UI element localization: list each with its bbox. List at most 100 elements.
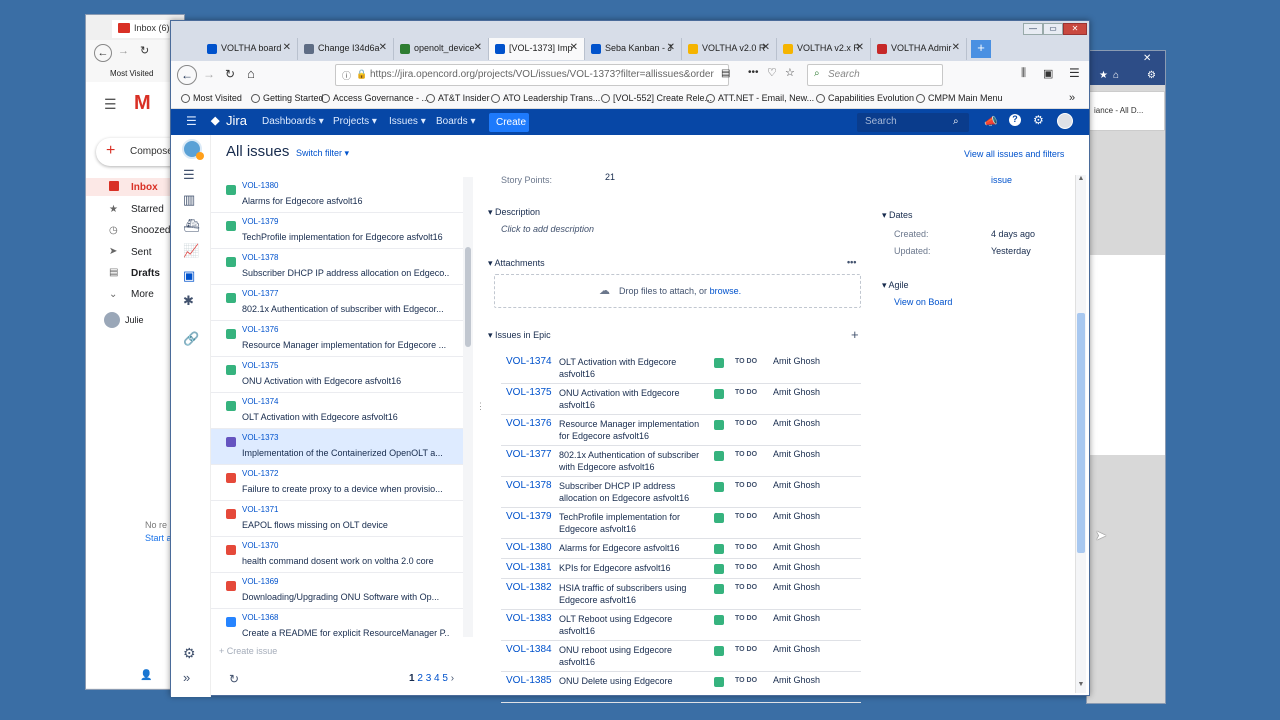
issue-list-item[interactable]: VOL-1372 Failure to create proxy to a dev… xyxy=(211,465,463,501)
page-4[interactable]: 4 xyxy=(434,673,440,684)
switch-filter-button[interactable]: Switch filter ▾ xyxy=(296,148,349,159)
issue-list-item[interactable]: VOL-1370 health command dosent work on vo… xyxy=(211,537,463,573)
epic-issue-key[interactable]: VOL-1385 xyxy=(506,675,552,686)
browser-tab[interactable]: VOLTHA Admir ✕ xyxy=(871,38,967,60)
browser-tab[interactable]: [VOL-1373] Imp ✕ xyxy=(489,38,585,60)
gmail-nav-sent[interactable]: Sent xyxy=(131,247,152,258)
epic-issue-row[interactable]: VOL-1378 Subscriber DHCP IP address alloc… xyxy=(501,477,861,508)
avatar[interactable] xyxy=(104,312,120,328)
epic-issue-key[interactable]: VOL-1376 xyxy=(506,418,552,429)
issue-list-item[interactable]: VOL-1374 OLT Activation with Edgecore asf… xyxy=(211,393,463,429)
issue-list-item[interactable]: VOL-1378 Subscriber DHCP IP address alloc… xyxy=(211,249,463,285)
page-3[interactable]: 3 xyxy=(426,673,432,684)
bookmark-item[interactable]: Most Visited xyxy=(181,93,242,103)
jira-logo[interactable]: Jira xyxy=(226,113,247,128)
gmail-nav-starred[interactable]: Starred xyxy=(131,204,164,215)
library-icon[interactable]: ⫼ xyxy=(1021,67,1026,80)
bookmark-item[interactable]: [VOL-552] Create Rele... xyxy=(601,93,712,103)
epic-issue-key[interactable]: VOL-1381 xyxy=(506,562,552,573)
gear-icon[interactable]: ⚙ xyxy=(1033,113,1044,127)
epic-issue-key[interactable]: VOL-1384 xyxy=(506,644,552,655)
back-icon[interactable]: ← xyxy=(177,65,197,85)
epic-issue-row[interactable]: VOL-1377 802.1x Authentication of subscri… xyxy=(501,446,861,477)
reload-icon[interactable]: ↻ xyxy=(140,44,149,57)
epic-issue-row[interactable]: VOL-1384 ONU reboot using Edgecore asfvol… xyxy=(501,641,861,672)
browser-tab[interactable]: VOLTHA v2.x R ✕ xyxy=(777,38,871,60)
more-icon[interactable]: ••• xyxy=(748,67,759,78)
home-icon[interactable]: ⌂ xyxy=(1113,70,1119,81)
detail-scrollbar[interactable]: ▲ ▼ xyxy=(1075,175,1086,693)
epic-issue-key[interactable]: VOL-1377 xyxy=(506,449,552,460)
browser-tab[interactable]: openolt_device ✕ xyxy=(394,38,489,60)
next-page-icon[interactable]: › xyxy=(451,673,454,684)
browser-tab[interactable]: VOLTHA board ✕ xyxy=(201,38,298,60)
issue-list-item[interactable]: VOL-1375 ONU Activation with Edgecore asf… xyxy=(211,357,463,393)
maximize-button[interactable]: ▭ xyxy=(1043,23,1063,35)
epic-issue-row[interactable]: VOL-1385 ONU Delete using Edgecore TO DO Am… xyxy=(501,672,861,703)
close-tab-icon[interactable]: ✕ xyxy=(570,42,578,53)
issue-list-scrollbar[interactable] xyxy=(463,177,473,637)
close-tab-icon[interactable]: ✕ xyxy=(474,42,482,53)
gmail-nav-snoozed[interactable]: Snoozed xyxy=(131,225,170,236)
nav-boards[interactable]: Boards ▾ xyxy=(436,116,476,127)
epic-issue-row[interactable]: VOL-1381 KPIs for Edgecore asfvolt16 TO DO… xyxy=(501,559,861,579)
close-tab-icon[interactable]: ✕ xyxy=(952,42,960,53)
close-tab-icon[interactable]: ✕ xyxy=(856,42,864,53)
bookmark-item[interactable]: CMPM Main Menu xyxy=(916,93,1003,103)
gear-icon[interactable]: ⚙ xyxy=(1147,70,1156,81)
close-icon[interactable]: ✕ xyxy=(1143,53,1151,64)
nav-dashboards[interactable]: Dashboards ▾ xyxy=(262,116,324,127)
attachments-section-header[interactable]: ▾ Attachments xyxy=(488,258,545,269)
refresh-icon[interactable]: ↻ xyxy=(229,672,239,686)
gear-icon[interactable]: ⚙ xyxy=(183,645,199,661)
epic-issue-row[interactable]: VOL-1374 OLT Activation with Edgecore asf… xyxy=(501,353,861,384)
forward-icon[interactable]: → xyxy=(203,67,215,81)
sidebar-icon[interactable]: ▣ xyxy=(1043,67,1053,80)
scrollbar-thumb[interactable] xyxy=(465,247,471,347)
epic-issue-key[interactable]: VOL-1379 xyxy=(506,511,552,522)
close-tab-icon[interactable]: ✕ xyxy=(379,42,387,53)
epic-issue-row[interactable]: VOL-1375 ONU Activation with Edgecore asf… xyxy=(501,384,861,415)
more-icon[interactable]: ••• xyxy=(847,257,856,267)
description-field[interactable]: Click to add description xyxy=(501,224,594,234)
bookmark-item[interactable]: Access Governance - ... xyxy=(321,93,429,103)
create-issue-link[interactable]: + Create issue xyxy=(219,646,277,656)
browser-search-input[interactable]: ⌕ Search xyxy=(807,64,943,86)
close-tab-icon[interactable]: ✕ xyxy=(283,42,291,53)
reload-icon[interactable]: ↻ xyxy=(225,67,235,81)
issues-in-epic-header[interactable]: ▾ Issues in Epic xyxy=(488,330,551,341)
epic-issue-row[interactable]: VOL-1379 TechProfile implementation for E… xyxy=(501,508,861,539)
gmail-menu-icon[interactable]: ☰ xyxy=(104,96,117,113)
hamburger-menu-icon[interactable]: ☰ xyxy=(1069,66,1080,80)
nav-issues[interactable]: Issues ▾ xyxy=(389,116,426,127)
epic-issue-key[interactable]: VOL-1374 xyxy=(506,356,552,367)
gmail-nav-more[interactable]: More xyxy=(131,289,154,300)
epic-issue-key[interactable]: VOL-1382 xyxy=(506,582,552,593)
bookmark-item[interactable]: Capabilities Evolution xyxy=(816,93,914,103)
close-window-button[interactable]: ✕ xyxy=(1063,23,1087,35)
gmail-nav-inbox[interactable]: Inbox xyxy=(131,182,158,193)
app-switcher-icon[interactable]: ☰ xyxy=(186,114,197,128)
issue-list-item[interactable]: VOL-1371 EAPOL flows missing on OLT devic… xyxy=(211,501,463,537)
page-5[interactable]: 5 xyxy=(442,673,448,684)
nav-projects[interactable]: Projects ▾ xyxy=(333,116,377,127)
back-icon[interactable]: ← xyxy=(94,44,112,62)
page-2[interactable]: 2 xyxy=(417,673,423,684)
browser-tab[interactable]: Seba Kanban - J ✕ xyxy=(585,38,682,60)
forward-icon[interactable]: → xyxy=(118,45,129,57)
megaphone-icon[interactable]: 📣 xyxy=(984,115,998,128)
epic-issue-row[interactable]: VOL-1383 OLT Reboot using Edgecore asfvol… xyxy=(501,610,861,641)
scrollbar-thumb[interactable] xyxy=(1077,313,1085,553)
gmail-bookmark-most-visited[interactable]: Most Visited xyxy=(110,69,153,78)
bookmark-item[interactable]: AT&T Insider xyxy=(426,93,490,103)
view-on-board-link[interactable]: View on Board xyxy=(894,297,952,307)
attachment-dropzone[interactable]: ☁ Drop files to attach, or browse. xyxy=(494,274,861,308)
browser-tab[interactable]: VOLTHA v2.0 R ✕ xyxy=(682,38,777,60)
browse-link[interactable]: browse. xyxy=(710,286,742,296)
agile-section-header[interactable]: ▾ Agile xyxy=(882,280,909,291)
new-tab-button[interactable]: + xyxy=(971,40,991,58)
epic-issue-key[interactable]: VOL-1380 xyxy=(506,542,552,553)
issue-list-item[interactable]: VOL-1380 Alarms for Edgecore asfvolt16 xyxy=(211,177,463,213)
bookmark-star-icon[interactable]: ☆ xyxy=(785,66,795,79)
bookmark-item[interactable]: ATT.NET - Email, New... xyxy=(706,93,814,103)
